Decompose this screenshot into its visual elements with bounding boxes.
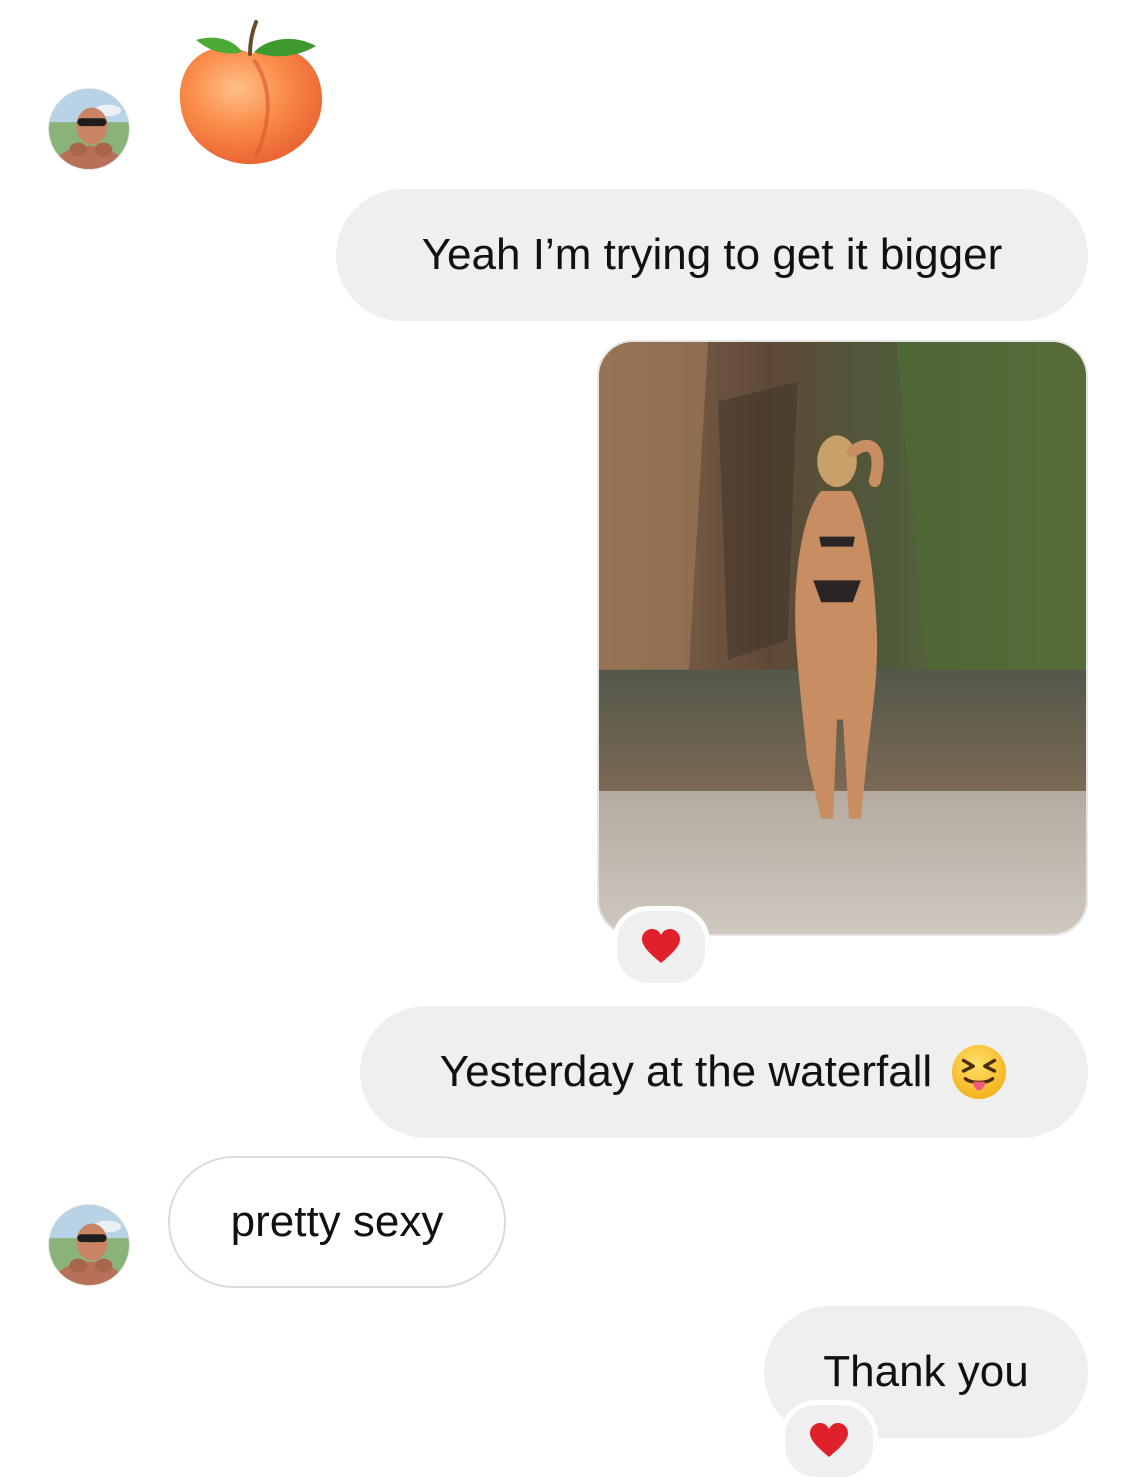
message-text: pretty sexy — [230, 1197, 444, 1246]
message-text: Yesterday at the waterfall — [439, 1047, 933, 1096]
reaction-badge[interactable] — [612, 906, 710, 988]
message-text: Yeah I’m trying to get it bigger — [421, 230, 1003, 279]
reaction-badge[interactable] — [780, 1400, 878, 1482]
squinting-face-with-tongue-icon — [950, 1043, 1008, 1101]
message-bubble-outgoing[interactable]: Yeah I’m trying to get it bigger — [336, 189, 1088, 321]
contact-avatar[interactable] — [48, 88, 130, 170]
peach-emoji[interactable] — [176, 16, 326, 168]
message-bubble-outgoing[interactable]: Yesterday at the waterfall — [360, 1006, 1088, 1138]
message-text: Thank you — [823, 1347, 1029, 1396]
message-bubble-incoming[interactable]: pretty sexy — [168, 1156, 506, 1288]
message-photo[interactable] — [597, 340, 1088, 936]
heart-icon — [642, 929, 680, 963]
heart-icon — [810, 1423, 848, 1457]
contact-avatar[interactable] — [48, 1204, 130, 1286]
